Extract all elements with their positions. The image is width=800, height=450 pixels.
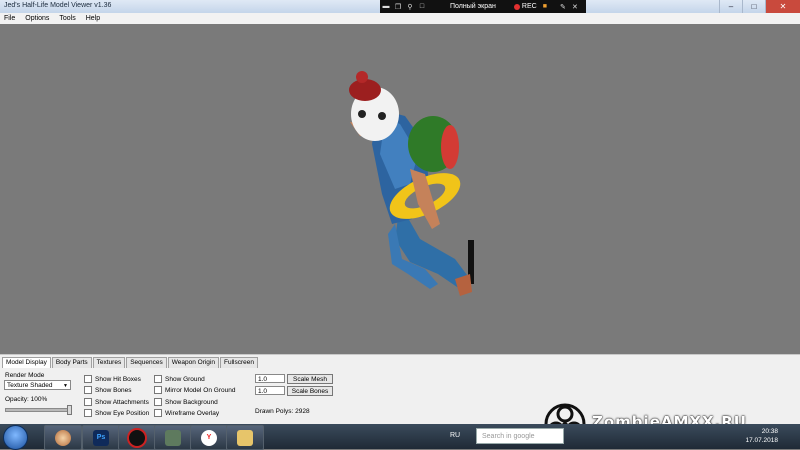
tab-body-parts[interactable]: Body Parts xyxy=(51,357,92,368)
minimize-button[interactable]: – xyxy=(719,0,742,13)
close-button[interactable]: ✕ xyxy=(765,0,800,13)
chrome-like-icon xyxy=(55,429,71,446)
taskbar: Ps Y RU Search in google 20:38 17.07.201… xyxy=(0,424,800,450)
model-viewport[interactable] xyxy=(0,24,800,354)
show-attachments-checkbox[interactable]: Show Attachments xyxy=(84,398,149,406)
taskbar-app-explorer[interactable] xyxy=(226,425,264,450)
scale-mesh-input[interactable]: 1.0 xyxy=(255,374,285,383)
show-bones-checkbox[interactable]: Show Bones xyxy=(84,386,132,394)
scale-mesh-button[interactable]: Scale Mesh xyxy=(287,374,333,384)
pen-icon[interactable]: ✎ xyxy=(557,3,569,11)
show-background-checkbox[interactable]: Show Background xyxy=(154,398,218,406)
zoom-icon[interactable]: ⚲ xyxy=(404,3,416,11)
show-hit-boxes-checkbox[interactable]: Show Hit Boxes xyxy=(84,375,141,383)
tab-strip: Model Display Body Parts Textures Sequen… xyxy=(2,357,259,368)
opacity-slider[interactable] xyxy=(5,405,72,415)
window-controls: – □ ✕ xyxy=(719,0,800,13)
record-dot-icon xyxy=(513,3,520,10)
photoshop-icon: Ps xyxy=(93,429,109,446)
recorder-toolbar: ▬ ❐ ⚲ □ Полный экран REC ■ ✎ ✕ xyxy=(380,0,586,13)
opacity-label: Opacity: 100% xyxy=(5,396,48,403)
drawn-polys-label: Drawn Polys: 2928 xyxy=(255,408,310,415)
scale-bones-button[interactable]: Scale Bones xyxy=(287,386,333,396)
minimize-recorder-icon[interactable]: ▬ xyxy=(380,3,392,10)
region-icon[interactable]: □ xyxy=(416,3,428,10)
start-button[interactable] xyxy=(3,425,28,450)
tab-sequences[interactable]: Sequences xyxy=(126,357,167,368)
taskbar-app-yandex[interactable]: Y xyxy=(190,425,228,450)
render-mode-label: Render Mode xyxy=(5,372,45,379)
camera-icon[interactable]: ■ xyxy=(543,3,547,10)
record-icon xyxy=(127,427,147,448)
taskbar-app-chrome[interactable] xyxy=(44,425,82,450)
taskbar-app-viewer[interactable] xyxy=(154,425,192,450)
google-search-input[interactable]: Search in google xyxy=(476,428,564,444)
opacity-slider-thumb[interactable] xyxy=(67,405,72,415)
folder-icon xyxy=(237,429,253,446)
render-mode-value: Texture Shaded xyxy=(7,382,53,389)
menu-tools[interactable]: Tools xyxy=(59,15,75,22)
tab-fullscreen[interactable]: Fullscreen xyxy=(219,357,258,368)
system-clock[interactable]: 20:38 17.07.2018 xyxy=(745,427,778,445)
clock-time: 20:38 xyxy=(761,428,778,435)
menu-file[interactable]: File xyxy=(4,15,15,22)
taskbar-app-photoshop[interactable]: Ps xyxy=(82,425,120,450)
menu-bar: File Options Tools Help xyxy=(0,13,800,24)
mirror-model-checkbox[interactable]: Mirror Model On Ground xyxy=(154,386,235,394)
show-ground-checkbox[interactable]: Show Ground xyxy=(154,375,205,383)
fullscreen-label[interactable]: Полный экран xyxy=(450,3,496,10)
show-eye-position-checkbox[interactable]: Show Eye Position xyxy=(84,409,149,417)
maximize-button[interactable]: □ xyxy=(742,0,765,13)
render-mode-select[interactable]: Texture Shaded ▼ xyxy=(4,380,71,390)
clock-date: 17.07.2018 xyxy=(745,437,778,444)
window-title: Jed's Half-Life Model Viewer v1.36 xyxy=(4,2,112,9)
tab-textures[interactable]: Textures xyxy=(92,357,126,368)
chevron-down-icon: ▼ xyxy=(63,383,68,389)
menu-options[interactable]: Options xyxy=(25,15,49,22)
tab-weapon-origin[interactable]: Weapon Origin xyxy=(167,357,219,368)
rec-button[interactable]: REC xyxy=(522,3,537,10)
yandex-icon: Y xyxy=(201,429,217,446)
language-indicator[interactable]: RU xyxy=(450,432,460,439)
model-render xyxy=(349,71,474,296)
taskbar-app-recorder[interactable] xyxy=(118,425,156,450)
recorder-close-icon[interactable]: ✕ xyxy=(569,3,581,11)
scale-bones-input[interactable]: 1.0 xyxy=(255,386,285,395)
wireframe-overlay-checkbox[interactable]: Wireframe Overlay xyxy=(154,409,219,417)
windowed-icon[interactable]: ❐ xyxy=(392,3,404,11)
game-icon xyxy=(165,429,181,446)
tab-model-display[interactable]: Model Display xyxy=(2,357,51,368)
menu-help[interactable]: Help xyxy=(86,15,100,22)
